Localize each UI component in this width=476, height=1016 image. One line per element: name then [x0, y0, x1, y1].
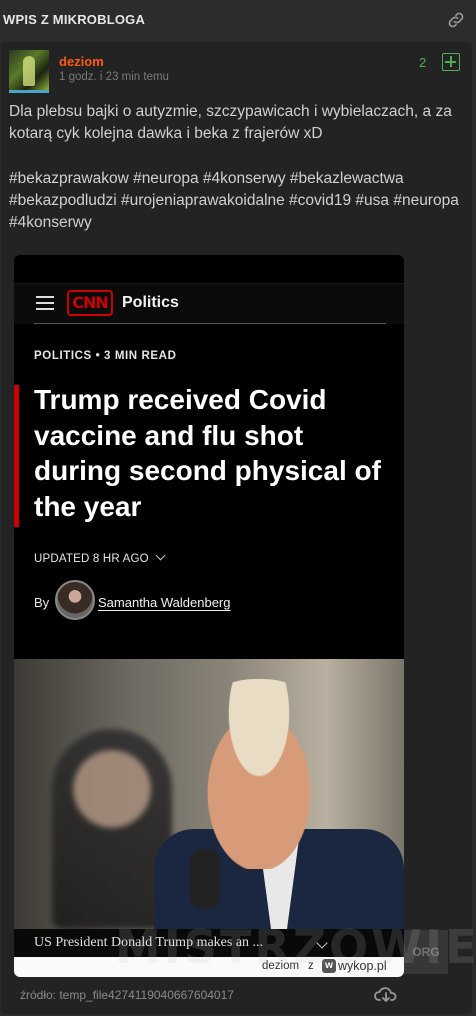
photo-main-person: [184, 679, 334, 869]
post-tags[interactable]: #bekazprawakow #neuropa #4konserwy #beka…: [9, 168, 464, 234]
avatar-figure: [23, 56, 35, 86]
divider: [34, 323, 386, 324]
source-label: źródło: temp_file4274119040667604017: [20, 988, 234, 1002]
embedded-image[interactable]: CNN Politics POLITICS • 3 MIN READ Trump…: [14, 255, 404, 977]
vote-count: 2: [419, 55, 427, 70]
link-icon[interactable]: [446, 10, 466, 30]
author-avatar: [55, 580, 95, 620]
post-timestamp[interactable]: 1 godz. i 23 min temu: [59, 71, 169, 83]
cnn-logo: CNN: [67, 290, 113, 316]
upvote-button[interactable]: [442, 53, 460, 71]
menu-icon: [36, 296, 54, 310]
user-avatar[interactable]: [9, 50, 49, 93]
chevron-down-icon: [155, 550, 166, 561]
section-header: WPIS Z MIKROBLOGA: [0, 0, 476, 40]
updated-label: UPDATED 8 HR AGO: [34, 550, 166, 565]
updated-text: UPDATED 8 HR AGO: [34, 553, 149, 565]
article-headline: Trump received Covid vaccine and flu sho…: [34, 384, 381, 522]
article-kicker: POLITICS • 3 MIN READ: [34, 350, 177, 362]
post-body: Dla plebsu bajki o autyzmie, szczypawica…: [9, 101, 464, 145]
photo-microphone: [190, 849, 220, 909]
download-icon[interactable]: [374, 984, 398, 1004]
section-title: WPIS Z MIKROBLOGA: [3, 12, 146, 27]
author-name: Samantha Waldenberg: [98, 595, 231, 610]
cnn-section-name: Politics: [122, 294, 179, 311]
username[interactable]: deziom: [59, 54, 104, 69]
headline-accent-bar: [14, 385, 19, 527]
post-body-text: Dla plebsu bajki o autyzmie, szczypawica…: [9, 103, 452, 142]
byline-prefix: By: [34, 595, 50, 610]
article-photo: [14, 659, 404, 929]
cnn-header: CNN Politics: [14, 283, 404, 324]
org-watermark: ORG: [404, 930, 448, 974]
